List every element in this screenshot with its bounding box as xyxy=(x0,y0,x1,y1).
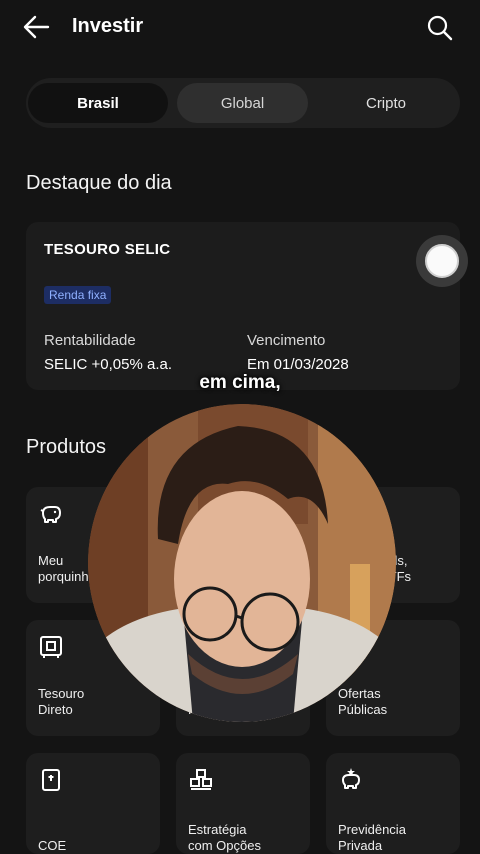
market-tabs: Brasil Global Cripto xyxy=(26,78,460,128)
highlight-card[interactable]: TESOURO SELIC Renda fixa Rentabilidade S… xyxy=(26,222,460,390)
asset-title: TESOURO SELIC xyxy=(44,241,171,258)
product-label: Previdência Privada xyxy=(338,822,406,853)
products-section-title: Produtos xyxy=(26,436,107,458)
tab-global[interactable]: Global xyxy=(177,83,308,123)
vault-icon xyxy=(40,636,62,658)
product-previdencia-privada[interactable]: Previdência Privada xyxy=(326,753,460,854)
piggy-bank-icon xyxy=(40,506,61,523)
blocks-icon xyxy=(190,769,212,790)
product-label: Tesouro Direto xyxy=(38,686,85,717)
product-label: COE xyxy=(38,838,67,853)
product-label: Estratégia com Opções xyxy=(188,822,261,853)
assistive-touch-icon xyxy=(425,244,459,278)
piggy-star-icon xyxy=(342,768,360,789)
rentabilidade-value: SELIC +0,05% a.a. xyxy=(44,356,172,373)
app-header: Investir xyxy=(0,0,480,54)
certificate-icon xyxy=(42,769,60,791)
rentabilidade-label: Rentabilidade xyxy=(44,332,136,349)
presenter-video-bubble xyxy=(88,404,396,722)
floating-assistive-button[interactable] xyxy=(416,235,468,287)
arrow-left-icon[interactable] xyxy=(22,14,50,40)
category-badge: Renda fixa xyxy=(44,286,112,304)
search-icon[interactable] xyxy=(426,14,454,42)
product-label: Ofertas Públicas xyxy=(338,686,388,717)
vencimento-label: Vencimento xyxy=(247,332,326,349)
tab-brasil[interactable]: Brasil xyxy=(28,83,168,123)
highlight-section-title: Destaque do dia xyxy=(26,172,172,194)
vencimento-value: Em 01/03/2028 xyxy=(247,356,349,373)
product-estrategia-opcoes[interactable]: Estratégia com Opções xyxy=(176,753,310,854)
page-title: Investir xyxy=(72,15,144,37)
video-caption: em cima, xyxy=(199,372,281,393)
tab-cripto[interactable]: Cripto xyxy=(316,83,456,123)
product-coe[interactable]: COE xyxy=(26,753,160,854)
